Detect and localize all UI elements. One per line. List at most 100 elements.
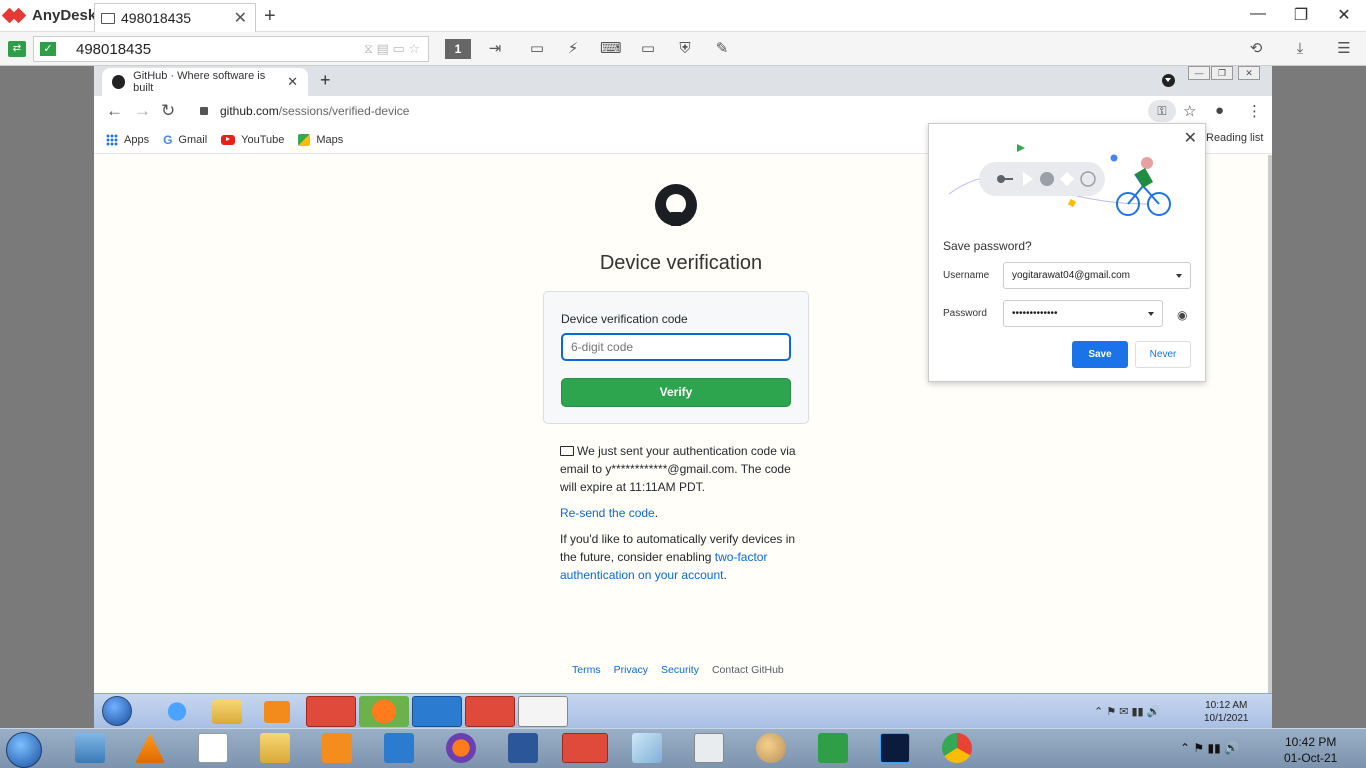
media-player-icon[interactable]: [264, 701, 290, 723]
permissions-icon[interactable]: ⛨: [675, 40, 695, 58]
anydesk-titlebar: AnyDesk 498018435 ✕ + — ❐ ✕: [0, 0, 1366, 32]
new-tab-button[interactable]: +: [264, 5, 276, 28]
username-select[interactable]: yogitarawat04@gmail.com: [1003, 262, 1191, 289]
firefox-icon[interactable]: [359, 696, 409, 727]
bookmark-gmail[interactable]: G Gmail: [163, 133, 207, 147]
footer-security-link[interactable]: Security: [661, 664, 699, 676]
save-password-button[interactable]: Save: [1072, 341, 1128, 368]
photoshop-icon[interactable]: [880, 733, 910, 763]
footer-contact-link[interactable]: Contact GitHub: [712, 664, 784, 676]
anydesk-session-tab[interactable]: 498018435 ✕: [94, 3, 256, 32]
actions-icon[interactable]: ⚡: [563, 40, 583, 58]
close-bubble-icon[interactable]: ✕: [1184, 128, 1197, 148]
photos-icon[interactable]: [75, 733, 105, 763]
remote-start-button[interactable]: [102, 696, 132, 726]
password-select[interactable]: •••••••••••••: [1003, 300, 1163, 327]
menu-icon[interactable]: ☰: [1334, 40, 1354, 58]
verification-code-input[interactable]: [561, 333, 791, 361]
chrome-new-tab-button[interactable]: +: [320, 70, 331, 91]
omnibox[interactable]: github.com/sessions/verified-device: [186, 99, 1146, 123]
host-start-button[interactable]: [6, 732, 42, 768]
chrome-tab-strip: GitHub · Where software is built ✕ + — ❐…: [94, 66, 1272, 96]
apps-grid-icon: [106, 133, 118, 146]
host-date: 01-Oct-21: [1284, 751, 1338, 765]
remote-system-tray[interactable]: ⌃ ⚑ ✉ ▮▮ 🔊: [1094, 705, 1160, 718]
whiteboard-icon[interactable]: ✎: [712, 40, 732, 58]
bookmark-star-icon[interactable]: ☆: [1183, 102, 1196, 120]
vscode-icon[interactable]: [412, 696, 462, 727]
switch-sides-icon[interactable]: ⇥: [485, 40, 505, 58]
resend-code-link[interactable]: Re-send the code: [560, 506, 655, 520]
close-window-button[interactable]: ✕: [1334, 5, 1354, 25]
notepad-icon[interactable]: [518, 696, 568, 727]
paint-icon[interactable]: [756, 733, 786, 763]
keyboard-icon[interactable]: ⌨: [600, 40, 622, 58]
anydesk-logo: AnyDesk: [4, 7, 96, 24]
display-icon[interactable]: ▭: [638, 40, 658, 58]
remote-desktop[interactable]: GitHub · Where software is built ✕ + — ❐…: [94, 66, 1272, 728]
host-clock[interactable]: 10:42 PM 01-Oct-21: [1284, 734, 1337, 766]
tab-search-icon[interactable]: [1162, 74, 1175, 87]
bookmark-youtube[interactable]: YouTube: [221, 134, 284, 146]
chrome-icon[interactable]: [942, 733, 972, 763]
explorer-icon[interactable]: [260, 733, 290, 763]
github-logo-icon[interactable]: [655, 184, 697, 226]
chat-icon[interactable]: ▭: [527, 40, 547, 58]
key-icon[interactable]: ⚿: [1148, 100, 1176, 122]
bookmark-apps[interactable]: Apps: [106, 133, 149, 146]
twofa-suffix: .: [723, 568, 727, 582]
vlc-icon[interactable]: [135, 733, 165, 763]
password-illustration: [949, 144, 1171, 216]
bookmark-maps[interactable]: Maps: [298, 133, 343, 146]
vscode-icon[interactable]: [384, 733, 414, 763]
remote-close-button[interactable]: ✕: [1238, 66, 1260, 80]
xampp-icon[interactable]: [322, 733, 352, 763]
explorer-icon[interactable]: [212, 700, 242, 724]
footer-terms-link[interactable]: Terms: [572, 664, 601, 676]
maximize-button[interactable]: ❐: [1291, 5, 1311, 25]
anydesk-taskbar-icon[interactable]: [306, 696, 356, 727]
verification-info: We just sent your authentication code vi…: [560, 442, 804, 592]
session-tab-label: 498018435: [121, 10, 192, 26]
address-actions-icons[interactable]: ⧖ ▤ ▭ ☆: [364, 41, 420, 57]
remote-taskbar: ⌃ ⚑ ✉ ▮▮ 🔊 10:12 AM 10/1/2021: [94, 693, 1272, 728]
connection-status-icon[interactable]: ⇄: [8, 41, 26, 57]
firefox-icon[interactable]: [446, 733, 476, 763]
anydesk-taskbar-icon-2[interactable]: [465, 696, 515, 727]
back-button[interactable]: ←: [106, 101, 123, 121]
remote-time: 10:12 AM: [1205, 700, 1248, 711]
monitor-select-button[interactable]: 1: [445, 39, 471, 59]
chrome-tab-github[interactable]: GitHub · Where software is built ✕: [102, 68, 308, 96]
remote-minimize-button[interactable]: —: [1188, 66, 1210, 80]
word-icon[interactable]: [508, 733, 538, 763]
download-icon[interactable]: ⤓: [1290, 40, 1310, 58]
url-path: /sessions/verified-device: [278, 104, 410, 118]
sticky-notes-icon[interactable]: [632, 733, 662, 763]
show-password-eye-icon[interactable]: ◉: [1177, 308, 1187, 322]
anydesk-address-bar[interactable]: ✓ 498018435 ⧖ ▤ ▭ ☆: [33, 36, 429, 62]
verify-button[interactable]: Verify: [561, 378, 791, 407]
anydesk-taskbar-icon[interactable]: [562, 733, 608, 763]
profile-icon[interactable]: ●: [1215, 102, 1224, 119]
forward-button[interactable]: →: [134, 101, 151, 121]
host-system-tray[interactable]: ⌃ ⚑ ▮▮ 🔊: [1180, 741, 1239, 755]
minimize-button[interactable]: —: [1248, 5, 1268, 23]
calculator-icon[interactable]: [694, 733, 724, 763]
remote-restore-button[interactable]: ❐: [1211, 66, 1233, 80]
remote-clock[interactable]: 10:12 AM 10/1/2021: [1204, 699, 1249, 725]
never-save-button[interactable]: Never: [1135, 341, 1191, 368]
h-app-icon[interactable]: [818, 733, 848, 763]
mail-icon: [560, 446, 574, 456]
close-tab-icon[interactable]: ✕: [287, 74, 298, 90]
close-tab-icon[interactable]: ✕: [234, 8, 247, 28]
notepad-plus-icon[interactable]: [198, 733, 228, 763]
history-icon[interactable]: ⟲: [1246, 40, 1266, 58]
page-scrollbar[interactable]: [1268, 155, 1272, 695]
ie-icon[interactable]: [152, 696, 202, 727]
reading-list-button[interactable]: Reading list: [1206, 132, 1263, 144]
username-label: Username: [943, 270, 990, 281]
page-footer: Terms Privacy Security Contact GitHub: [572, 664, 784, 676]
reload-button[interactable]: ↻: [161, 101, 175, 121]
chrome-menu-icon[interactable]: ⋮: [1247, 102, 1262, 120]
footer-privacy-link[interactable]: Privacy: [614, 664, 648, 676]
